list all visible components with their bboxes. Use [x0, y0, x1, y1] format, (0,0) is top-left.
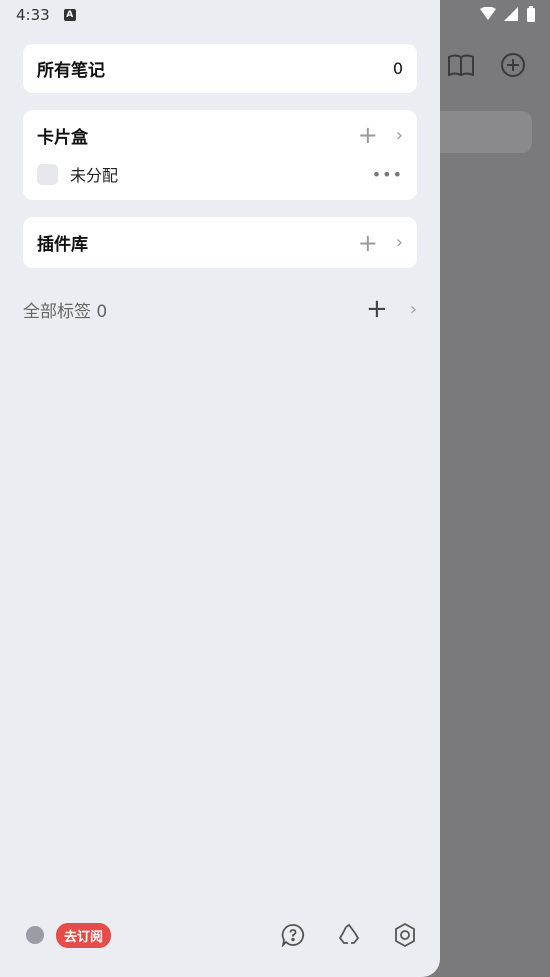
- all-tags-label: 全部标签 0: [23, 301, 108, 322]
- help-icon[interactable]: [280, 922, 306, 948]
- plugins-add-icon[interactable]: +: [358, 231, 378, 255]
- card-box-item[interactable]: 未分配 •••: [23, 154, 417, 194]
- signal-icon: [504, 7, 518, 21]
- plugins-card[interactable]: 插件库 + ›: [23, 217, 417, 268]
- add-circle-icon[interactable]: [500, 52, 526, 78]
- book-icon[interactable]: [448, 54, 474, 76]
- all-notes-card[interactable]: 所有笔记 0: [23, 44, 417, 93]
- recycle-bin-icon[interactable]: [336, 922, 362, 948]
- card-box-header[interactable]: 卡片盒 + ›: [23, 110, 417, 160]
- tags-add-icon[interactable]: +: [366, 296, 388, 322]
- tags-chevron-icon[interactable]: ›: [410, 299, 417, 320]
- system-status-icons: [480, 6, 536, 22]
- subscribe-button[interactable]: 去订阅: [56, 922, 112, 948]
- unassigned-label: 未分配: [70, 166, 119, 185]
- card-box-card: 卡片盒 + › 未分配 •••: [23, 110, 417, 200]
- card-box-add-icon[interactable]: +: [358, 123, 378, 147]
- settings-icon[interactable]: [392, 922, 418, 948]
- background-toolbar: [448, 52, 526, 78]
- status-time: 4:33: [16, 6, 50, 24]
- status-bar: 4:33 A: [16, 6, 76, 24]
- folder-square-icon: [37, 163, 58, 185]
- drawer-bottom-bar: 去订阅: [26, 922, 418, 948]
- avatar[interactable]: [26, 926, 44, 944]
- all-tags-count: 0: [96, 301, 108, 322]
- all-notes-count: 0: [392, 59, 403, 78]
- plugins-chevron-icon[interactable]: ›: [396, 232, 403, 253]
- battery-icon: [527, 6, 535, 22]
- navigation-drawer: 4:33 A 所有笔记 0 卡片盒 + › 未分配 ••• 插件库 + › 全部…: [0, 0, 440, 977]
- wifi-icon: [480, 7, 496, 20]
- all-notes-label: 所有笔记: [37, 61, 105, 81]
- keyboard-badge-icon: A: [63, 9, 76, 21]
- card-box-title: 卡片盒: [37, 127, 88, 148]
- plugins-title: 插件库: [37, 235, 88, 255]
- all-tags-row[interactable]: 全部标签 0 + ›: [23, 296, 417, 322]
- card-box-chevron-icon[interactable]: ›: [396, 125, 403, 146]
- more-options-icon[interactable]: •••: [372, 165, 403, 184]
